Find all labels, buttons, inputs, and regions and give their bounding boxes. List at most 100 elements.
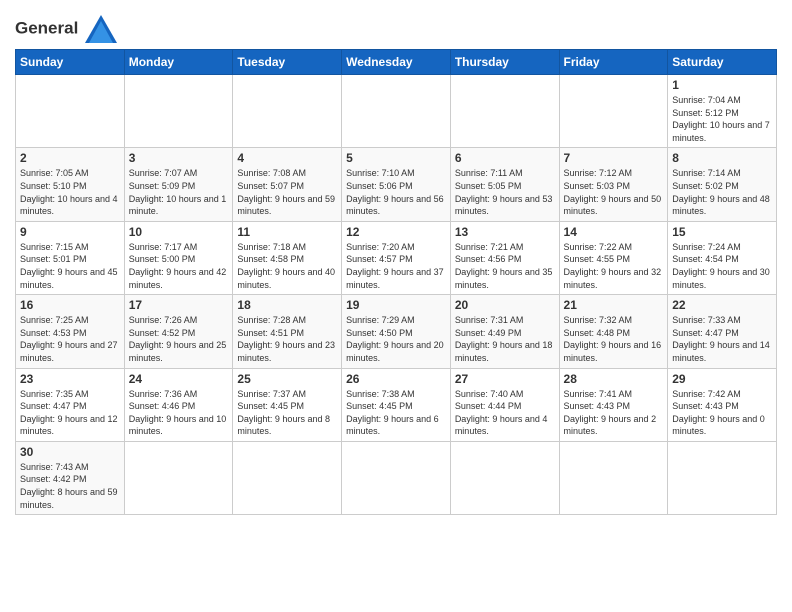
day-number: 15	[672, 225, 772, 239]
calendar-cell: 29 Sunrise: 7:42 AM Sunset: 4:43 PM Dayli…	[668, 368, 777, 441]
day-number: 19	[346, 298, 446, 312]
day-number: 4	[237, 151, 337, 165]
day-info: Sunrise: 7:08 AM Sunset: 5:07 PM Dayligh…	[237, 167, 337, 217]
logo: General	[15, 15, 117, 41]
calendar-cell: 17Sunrise: 7:26 AM Sunset: 4:52 PM Dayli…	[124, 295, 233, 368]
day-info: Sunrise: 7:07 AM Sunset: 5:09 PM Dayligh…	[129, 167, 229, 217]
calendar-cell: 22 Sunrise: 7:33 AM Sunset: 4:47 PM Dayli…	[668, 295, 777, 368]
day-number: 14	[564, 225, 664, 239]
day-info: Sunrise: 7:15 AM Sunset: 5:01 PM Dayligh…	[20, 241, 120, 291]
weekday-header-row: SundayMondayTuesdayWednesdayThursdayFrid…	[16, 50, 777, 75]
calendar-cell	[450, 441, 559, 514]
day-info: Sunrise: 7:33 AM Sunset: 4:47 PM Dayligh…	[672, 314, 772, 364]
day-number: 21	[564, 298, 664, 312]
calendar-cell	[342, 441, 451, 514]
day-info: Sunrise: 7:36 AM Sunset: 4:46 PM Dayligh…	[129, 388, 229, 438]
day-info: Sunrise: 7:42 AM Sunset: 4:43 PM Dayligh…	[672, 388, 772, 438]
weekday-sunday: Sunday	[16, 50, 125, 75]
weekday-wednesday: Wednesday	[342, 50, 451, 75]
day-number: 23	[20, 372, 120, 386]
calendar-week-5: 23 Sunrise: 7:35 AM Sunset: 4:47 PM Dayli…	[16, 368, 777, 441]
day-info: Sunrise: 7:22 AM Sunset: 4:55 PM Dayligh…	[564, 241, 664, 291]
calendar-cell: 18 Sunrise: 7:28 AM Sunset: 4:51 PM Dayli…	[233, 295, 342, 368]
day-info: Sunrise: 7:17 AM Sunset: 5:00 PM Dayligh…	[129, 241, 229, 291]
logo-icon	[85, 15, 117, 43]
calendar-cell: 27Sunrise: 7:40 AM Sunset: 4:44 PM Dayli…	[450, 368, 559, 441]
day-info: Sunrise: 7:25 AM Sunset: 4:53 PM Dayligh…	[20, 314, 120, 364]
calendar-cell: 6 Sunrise: 7:11 AM Sunset: 5:05 PM Daylig…	[450, 148, 559, 221]
day-info: Sunrise: 7:20 AM Sunset: 4:57 PM Dayligh…	[346, 241, 446, 291]
weekday-saturday: Saturday	[668, 50, 777, 75]
calendar-cell: 2 Sunrise: 7:05 AM Sunset: 5:10 PM Daylig…	[16, 148, 125, 221]
calendar-cell	[124, 441, 233, 514]
calendar-cell	[559, 441, 668, 514]
day-number: 16	[20, 298, 120, 312]
calendar-cell: 20 Sunrise: 7:31 AM Sunset: 4:49 PM Dayli…	[450, 295, 559, 368]
weekday-tuesday: Tuesday	[233, 50, 342, 75]
day-number: 2	[20, 151, 120, 165]
calendar-cell: 30 Sunrise: 7:43 AM Sunset: 4:42 PM Dayli…	[16, 441, 125, 514]
calendar-cell: 5 Sunrise: 7:10 AM Sunset: 5:06 PM Daylig…	[342, 148, 451, 221]
logo-general: General	[15, 18, 78, 37]
calendar-cell	[233, 75, 342, 148]
calendar-table: SundayMondayTuesdayWednesdayThursdayFrid…	[15, 49, 777, 515]
day-number: 11	[237, 225, 337, 239]
day-info: Sunrise: 7:05 AM Sunset: 5:10 PM Dayligh…	[20, 167, 120, 217]
day-info: Sunrise: 7:10 AM Sunset: 5:06 PM Dayligh…	[346, 167, 446, 217]
day-info: Sunrise: 7:38 AM Sunset: 4:45 PM Dayligh…	[346, 388, 446, 438]
calendar-cell: 25Sunrise: 7:37 AM Sunset: 4:45 PM Dayli…	[233, 368, 342, 441]
day-info: Sunrise: 7:29 AM Sunset: 4:50 PM Dayligh…	[346, 314, 446, 364]
weekday-thursday: Thursday	[450, 50, 559, 75]
calendar-week-1: 1Sunrise: 7:04 AM Sunset: 5:12 PM Daylig…	[16, 75, 777, 148]
day-info: Sunrise: 7:21 AM Sunset: 4:56 PM Dayligh…	[455, 241, 555, 291]
calendar-cell: 19 Sunrise: 7:29 AM Sunset: 4:50 PM Dayli…	[342, 295, 451, 368]
day-number: 30	[20, 445, 120, 459]
calendar-cell: 1Sunrise: 7:04 AM Sunset: 5:12 PM Daylig…	[668, 75, 777, 148]
calendar-cell: 16 Sunrise: 7:25 AM Sunset: 4:53 PM Dayli…	[16, 295, 125, 368]
day-number: 13	[455, 225, 555, 239]
day-info: Sunrise: 7:12 AM Sunset: 5:03 PM Dayligh…	[564, 167, 664, 217]
day-number: 26	[346, 372, 446, 386]
day-number: 18	[237, 298, 337, 312]
day-number: 5	[346, 151, 446, 165]
page-header: General	[15, 10, 777, 41]
day-info: Sunrise: 7:41 AM Sunset: 4:43 PM Dayligh…	[564, 388, 664, 438]
calendar-cell: 7 Sunrise: 7:12 AM Sunset: 5:03 PM Daylig…	[559, 148, 668, 221]
day-info: Sunrise: 7:11 AM Sunset: 5:05 PM Dayligh…	[455, 167, 555, 217]
calendar-cell: 12 Sunrise: 7:20 AM Sunset: 4:57 PM Dayli…	[342, 221, 451, 294]
day-number: 7	[564, 151, 664, 165]
calendar-week-4: 16 Sunrise: 7:25 AM Sunset: 4:53 PM Dayli…	[16, 295, 777, 368]
calendar-cell	[450, 75, 559, 148]
day-number: 6	[455, 151, 555, 165]
day-number: 22	[672, 298, 772, 312]
day-info: Sunrise: 7:32 AM Sunset: 4:48 PM Dayligh…	[564, 314, 664, 364]
day-info: Sunrise: 7:43 AM Sunset: 4:42 PM Dayligh…	[20, 461, 120, 511]
calendar-cell	[559, 75, 668, 148]
day-number: 24	[129, 372, 229, 386]
day-number: 29	[672, 372, 772, 386]
day-info: Sunrise: 7:28 AM Sunset: 4:51 PM Dayligh…	[237, 314, 337, 364]
day-number: 12	[346, 225, 446, 239]
day-number: 10	[129, 225, 229, 239]
day-info: Sunrise: 7:40 AM Sunset: 4:44 PM Dayligh…	[455, 388, 555, 438]
calendar-cell: 26 Sunrise: 7:38 AM Sunset: 4:45 PM Dayli…	[342, 368, 451, 441]
calendar-cell	[668, 441, 777, 514]
calendar-cell: 3Sunrise: 7:07 AM Sunset: 5:09 PM Daylig…	[124, 148, 233, 221]
calendar-cell: 15Sunrise: 7:24 AM Sunset: 4:54 PM Dayli…	[668, 221, 777, 294]
calendar-cell: 9Sunrise: 7:15 AM Sunset: 5:01 PM Daylig…	[16, 221, 125, 294]
day-number: 25	[237, 372, 337, 386]
calendar-cell	[16, 75, 125, 148]
day-info: Sunrise: 7:35 AM Sunset: 4:47 PM Dayligh…	[20, 388, 120, 438]
day-info: Sunrise: 7:31 AM Sunset: 4:49 PM Dayligh…	[455, 314, 555, 364]
weekday-monday: Monday	[124, 50, 233, 75]
day-info: Sunrise: 7:18 AM Sunset: 4:58 PM Dayligh…	[237, 241, 337, 291]
calendar-cell	[342, 75, 451, 148]
day-number: 20	[455, 298, 555, 312]
calendar-cell	[124, 75, 233, 148]
day-number: 28	[564, 372, 664, 386]
calendar-cell	[233, 441, 342, 514]
calendar-cell: 8Sunrise: 7:14 AM Sunset: 5:02 PM Daylig…	[668, 148, 777, 221]
calendar-week-6: 30 Sunrise: 7:43 AM Sunset: 4:42 PM Dayli…	[16, 441, 777, 514]
calendar-cell: 4 Sunrise: 7:08 AM Sunset: 5:07 PM Daylig…	[233, 148, 342, 221]
day-info: Sunrise: 7:26 AM Sunset: 4:52 PM Dayligh…	[129, 314, 229, 364]
